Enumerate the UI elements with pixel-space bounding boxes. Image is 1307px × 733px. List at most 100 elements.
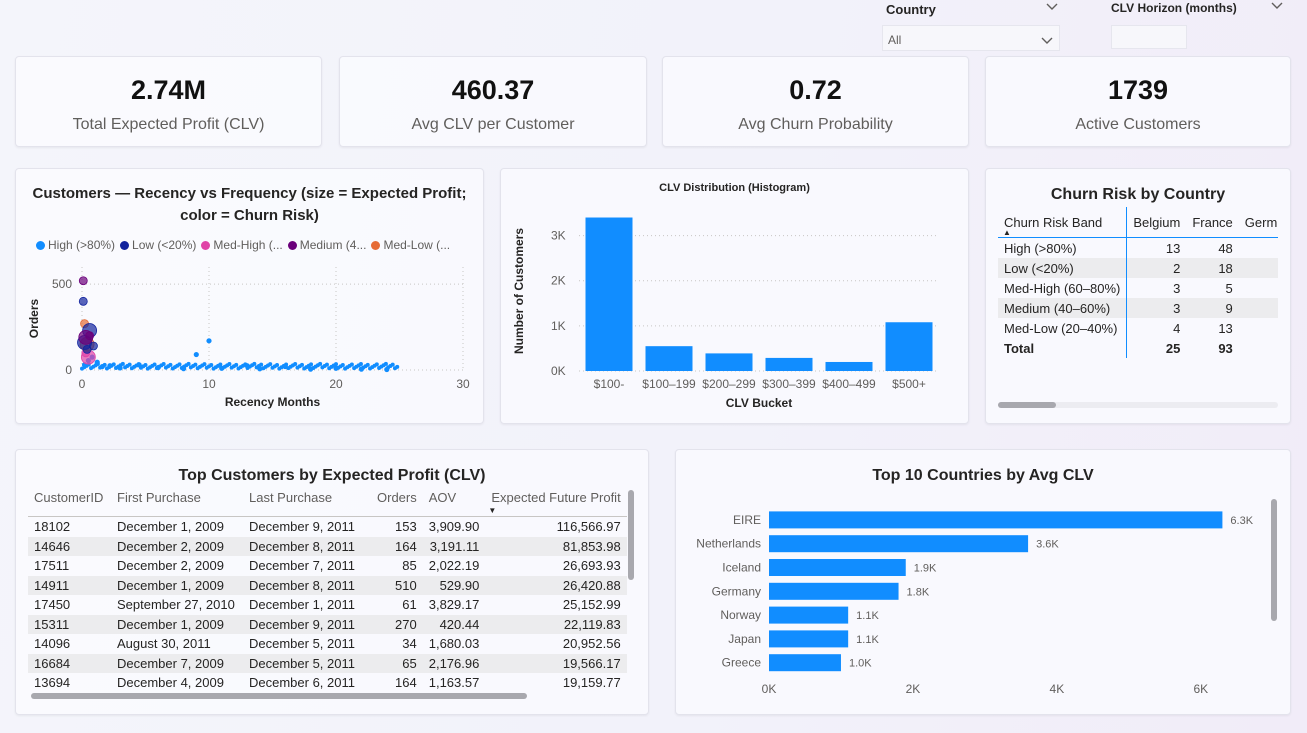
countries-bar-chart[interactable]: 0K 2K 4K 6K EIRE 6.3K Netherlands 3.6K Iceland 1.… (676, 450, 1291, 715)
table-row[interactable]: 18102 December 1, 2009 December 9, 2011 153… (28, 517, 627, 537)
chevron-down-icon[interactable] (1271, 1, 1283, 13)
scatter-point (89, 341, 98, 351)
table-row[interactable]: 14646 December 2, 2009 December 8, 2011 164… (28, 536, 627, 556)
horizon-input[interactable] (1111, 25, 1187, 49)
matrix-cell (1239, 318, 1278, 338)
scatter-point (94, 359, 100, 365)
column-header-aov[interactable]: AOV (423, 490, 486, 517)
column-header-orders[interactable]: Orders (371, 490, 423, 517)
scatter-point (209, 363, 214, 368)
data-label: 3.6K (1036, 539, 1059, 551)
x-axis-title: CLV Bucket (726, 396, 792, 410)
y-tick-label: 0 (65, 363, 72, 377)
matrix-total-row[interactable]: Total 25 93 (998, 338, 1278, 358)
scatter-point (365, 362, 370, 367)
chevron-down-icon[interactable] (1046, 2, 1058, 14)
scatter-plot[interactable]: 0 10 20 30 0 500 Recency Months Orders (16, 169, 484, 424)
y-tick-label: 0K (551, 364, 566, 378)
table-row[interactable]: 17511 December 2, 2009 December 7, 2011 85 2… (28, 556, 627, 576)
scatter-point (120, 361, 125, 366)
table-row[interactable]: 13694 December 4, 2009 December 6, 2011 164… (28, 673, 627, 693)
scatter-point (259, 362, 264, 367)
sort-ascending-icon[interactable]: ▲ (1003, 228, 1011, 237)
matrix-row[interactable]: Medium (40–60%) 3 9 (998, 298, 1278, 318)
scatter-card[interactable]: Customers — Recency vs Frequency (size =… (15, 168, 484, 424)
column-header-expected-profit[interactable]: Expected Future Profit ▼ (485, 490, 626, 517)
histogram-chart[interactable]: 0K 1K 2K 3K $100- $100–199 $200–299 $300–399 $40… (501, 169, 969, 424)
scatter-point (318, 361, 323, 366)
scatter-point (390, 362, 395, 367)
y-tick-label: Netherlands (696, 537, 761, 551)
scatter-point (136, 362, 142, 368)
chevron-down-icon[interactable] (1041, 34, 1053, 48)
scatter-point (234, 362, 239, 367)
horizontal-scrollbar[interactable] (998, 402, 1056, 408)
scatter-point (117, 365, 123, 371)
table-cell: 61 (402, 597, 417, 613)
x-tick-label: $100- (594, 377, 625, 391)
column-header-germany[interactable]: Germ (1239, 207, 1278, 238)
x-tick-label: 20 (329, 377, 343, 391)
table-cell: December 1, 2009 (117, 519, 224, 535)
y-tick-label: Greece (722, 656, 762, 670)
y-tick-label: 500 (52, 277, 72, 291)
kpi-label: Avg Churn Probability (738, 116, 893, 133)
kpi-value: 1739 (1107, 75, 1169, 105)
table-cell: 65 (371, 653, 423, 673)
y-tick-label: 3K (551, 229, 566, 243)
table-cell: 13694 (34, 675, 71, 691)
customers-table-card[interactable]: Top Customers by Expected Profit (CLV) C… (15, 449, 649, 715)
vertical-scrollbar[interactable] (1271, 499, 1277, 621)
column-header-france[interactable]: France (1186, 207, 1238, 238)
scatter-point (181, 366, 187, 372)
matrix-row[interactable]: Med-High (60–80%) 3 5 (998, 278, 1278, 298)
table-row[interactable]: 15311 December 1, 2009 December 9, 2011 270… (28, 614, 627, 634)
table-cell: 14911 (28, 575, 111, 595)
table-cell: December 9, 2011 (243, 614, 371, 634)
y-tick-label: EIRE (733, 513, 761, 527)
column-header-last-purchase[interactable]: Last Purchase (243, 490, 371, 517)
scatter-point (299, 362, 304, 367)
table-cell: 529.90 (422, 575, 486, 595)
horizontal-scrollbar[interactable] (31, 693, 527, 699)
scatter-point (99, 363, 105, 370)
y-axis-title: Number of Customers (512, 228, 526, 354)
table-cell: 19,159.77 (562, 675, 621, 691)
matrix-cell: 25 (1165, 340, 1181, 356)
y-axis-title: Orders (27, 299, 41, 339)
y-tick-label: Norway (720, 608, 761, 622)
countries-card[interactable]: Top 10 Countries by Avg CLV 0K 2K 4K 6K EIRE… (675, 449, 1291, 715)
column-header-band[interactable]: Churn Risk Band ▲ (998, 207, 1128, 238)
scatter-point (107, 363, 113, 369)
scatter-point (161, 361, 166, 366)
country-dropdown[interactable]: All (882, 25, 1060, 51)
customers-table-title: Top Customers by Expected Profit (CLV) (178, 467, 486, 484)
column-header-customerid[interactable]: CustomerID (28, 490, 111, 517)
table-cell: December 1, 2009 (111, 575, 243, 595)
kpi-card-active-customers: 1739 Active Customers (985, 56, 1291, 147)
matrix-cell: 3 (1173, 280, 1181, 296)
matrix-cell: 3 (1126, 298, 1187, 318)
churn-matrix-card[interactable]: Churn Risk by Country Churn Risk Band ▲ … (985, 168, 1291, 424)
column-header-first-purchase[interactable]: First Purchase (111, 490, 243, 517)
matrix-row[interactable]: Low (<20%) 2 18 (998, 258, 1278, 278)
histogram-card[interactable]: CLV Distribution (Histogram) 0K 1K 2K 3K $10… (500, 168, 969, 424)
table-row[interactable]: 16684 December 7, 2009 December 5, 2011 65 2… (28, 653, 627, 673)
scatter-point (349, 362, 354, 367)
table-row[interactable]: 14911 December 1, 2009 December 8, 2011 510… (28, 575, 627, 595)
matrix-row[interactable]: Med-Low (20–40%) 4 13 (998, 318, 1278, 338)
matrix-cell (1239, 278, 1278, 298)
sort-descending-icon[interactable]: ▼ (488, 506, 496, 515)
matrix-cell: 5 (1225, 280, 1233, 296)
matrix-row[interactable]: High (>80%) 13 48 (998, 237, 1278, 258)
table-cell: December 8, 2011 (243, 536, 371, 556)
table-row[interactable]: 17450 September 27, 2010 December 1, 2011 6… (28, 595, 627, 615)
scatter-point (268, 362, 273, 367)
table-cell: December 9, 2011 (249, 519, 355, 535)
country-bar (769, 606, 849, 624)
column-header-belgium[interactable]: Belgium (1127, 207, 1186, 238)
table-cell: December 6, 2011 (249, 675, 355, 691)
vertical-scrollbar[interactable] (628, 490, 634, 580)
scatter-point (307, 366, 314, 372)
table-row[interactable]: 14096 August 30, 2011 December 5, 2011 34 1,… (28, 634, 627, 654)
